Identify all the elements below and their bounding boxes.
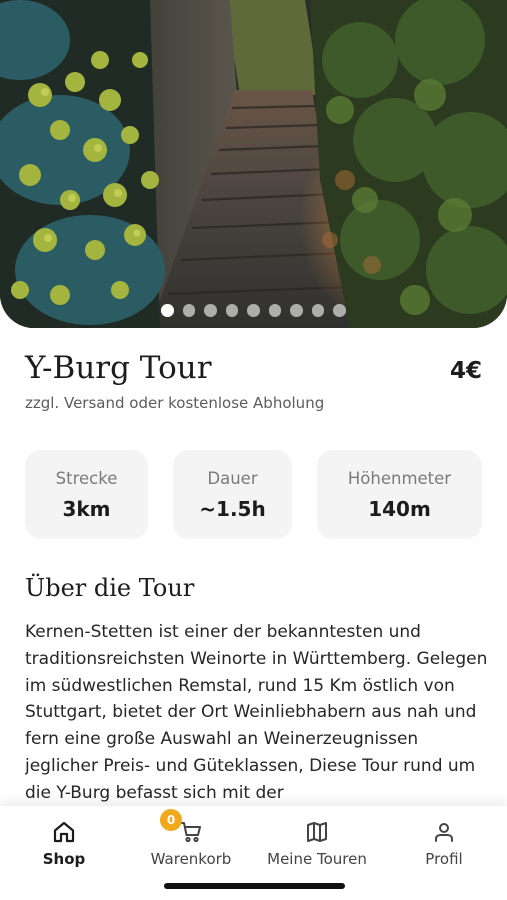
tab-my-tours[interactable]: Meine Touren xyxy=(264,820,370,868)
shipping-note: zzgl. Versand oder kostenlose Abholung xyxy=(25,394,325,412)
tour-price: 4€ xyxy=(449,358,482,384)
about-heading: Über die Tour xyxy=(25,574,195,602)
carousel-dot-4[interactable] xyxy=(225,304,239,317)
stat-card-duration: Dauer ~1.5h xyxy=(173,450,292,539)
home-icon xyxy=(53,821,75,843)
carousel-dot-6[interactable] xyxy=(268,304,282,317)
home-indicator[interactable] xyxy=(164,883,345,889)
tab-profile[interactable]: Profil xyxy=(414,820,474,868)
carousel-dot-5[interactable] xyxy=(247,304,260,317)
carousel-dots[interactable] xyxy=(0,304,507,318)
carousel-dot-9[interactable] xyxy=(333,304,346,317)
stone-stairs-vineyard-photo xyxy=(0,0,507,328)
user-icon xyxy=(435,823,453,842)
cart-icon xyxy=(180,822,201,843)
stat-card-distance: Strecke 3km xyxy=(25,450,148,539)
stat-value: 140m xyxy=(368,496,431,521)
stat-card-elevation: Höhenmeter 140m xyxy=(317,450,482,539)
hero-image[interactable] xyxy=(0,0,507,328)
tour-title: Y-Burg Tour xyxy=(25,350,212,386)
carousel-dot-7[interactable] xyxy=(290,304,303,317)
stat-label: Strecke xyxy=(55,468,118,488)
tab-label: Meine Touren xyxy=(267,850,367,868)
stat-label: Höhenmeter xyxy=(347,468,452,488)
carousel-dot-8[interactable] xyxy=(311,304,325,317)
tab-label: Profil xyxy=(425,850,463,868)
carousel-dot-1[interactable] xyxy=(161,304,174,317)
carousel-dot-2[interactable] xyxy=(182,304,196,317)
tab-shop[interactable]: Shop xyxy=(34,820,94,868)
tab-cart[interactable]: Warenkorb xyxy=(145,820,237,868)
cart-count-badge: 0 xyxy=(160,809,182,831)
tab-label: Shop xyxy=(42,850,86,868)
map-icon xyxy=(307,822,327,842)
tab-label: Warenkorb xyxy=(150,850,232,868)
about-text: Kernen-Stetten ist einer der bekannteste… xyxy=(25,622,488,803)
stat-label: Dauer xyxy=(207,468,258,488)
carousel-dot-3[interactable] xyxy=(204,304,217,317)
stat-value: 3km xyxy=(62,496,111,521)
stat-value: ~1.5h xyxy=(199,496,266,521)
